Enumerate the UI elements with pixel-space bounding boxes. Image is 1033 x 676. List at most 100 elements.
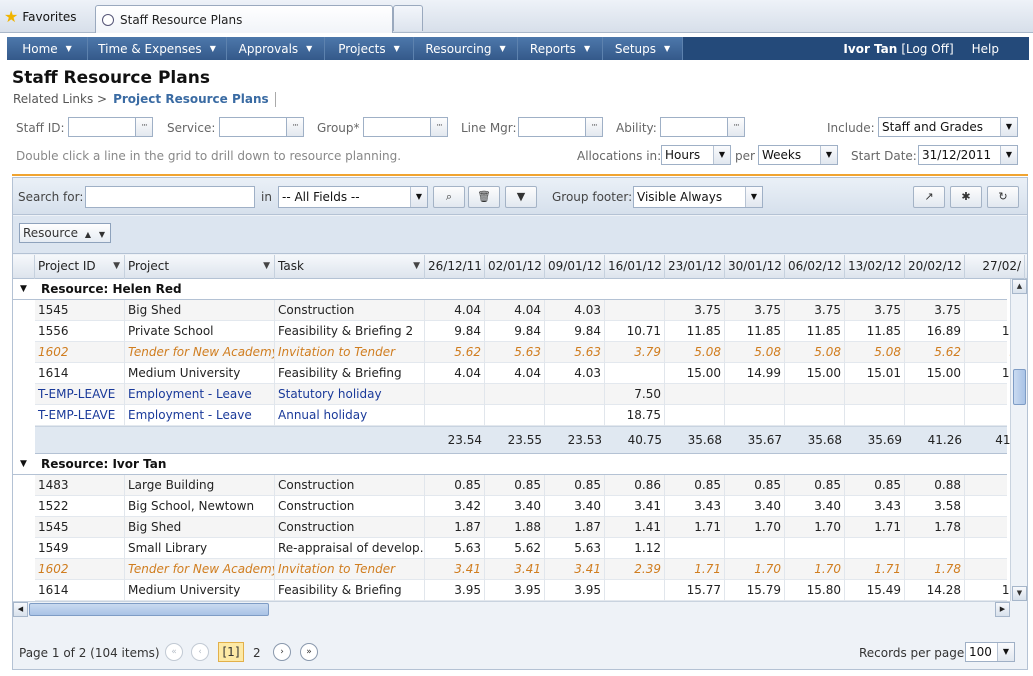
project-resource-plans-link[interactable]: Project Resource Plans (113, 92, 269, 107)
scroll-left-icon[interactable]: ◀ (13, 602, 28, 617)
horizontal-scroll-thumb[interactable] (29, 603, 269, 616)
help-link[interactable]: Help (972, 42, 999, 56)
prev-page-icon: ‹ (198, 647, 202, 657)
staff-id-input[interactable] (68, 117, 136, 137)
nav-time-expenses[interactable]: Time & Expenses ▼ (88, 37, 227, 60)
column-header[interactable]: 26/12/11 (425, 255, 485, 279)
include-select[interactable]: Staff and Grades ▼ (878, 117, 1018, 137)
filter-icon[interactable]: ▼ (263, 255, 270, 278)
first-page-button[interactable]: « (165, 643, 183, 661)
nav-approvals[interactable]: Approvals ▼ (227, 37, 325, 60)
column-header[interactable]: 20/02/12 (905, 255, 965, 279)
allocations-select[interactable]: Hours ▼ (661, 145, 731, 165)
browser-tab-active[interactable]: Staff Resource Plans (95, 5, 393, 33)
per-select[interactable]: Weeks ▼ (758, 145, 838, 165)
table-row[interactable]: 1614 Medium University Feasibility & Brief… (13, 580, 1025, 601)
scroll-down-icon[interactable]: ▼ (1012, 586, 1027, 601)
table-row[interactable]: 1549 Small Library Re-appraisal of develop… (13, 538, 1025, 559)
new-tab-button[interactable] (393, 5, 423, 31)
logoff-link[interactable]: [Log Off] (901, 42, 953, 56)
staff-id-lookup-button[interactable]: ··· (135, 117, 153, 137)
column-header[interactable]: 23/01/12 (665, 255, 725, 279)
column-header[interactable]: 16/01/12 (605, 255, 665, 279)
table-cell: 1.71 (665, 517, 725, 538)
group-header-row[interactable]: ▼ Resource: Ivor Tan (13, 454, 1007, 475)
column-header[interactable]: Task ▼ (275, 255, 425, 279)
table-row[interactable]: 1545 Big Shed Construction 4.04 4.04 4.03 3.75… (13, 300, 1025, 321)
table-row[interactable]: 1614 Medium University Feasibility & Brief… (13, 363, 1025, 384)
search-button[interactable]: ⌕ (433, 186, 465, 208)
table-row[interactable]: 1602 Tender for New Academy Invitation to … (13, 559, 1025, 580)
group-input[interactable] (363, 117, 431, 137)
table-row[interactable]: 1545 Big Shed Construction 1.87 1.88 1.87 1.41… (13, 517, 1025, 538)
last-page-button[interactable]: » (300, 643, 318, 661)
horizontal-scrollbar[interactable]: ◀ ▶ (13, 601, 1010, 617)
table-row[interactable]: 1483 Large Building Construction 0.85 0.85 0.… (13, 475, 1025, 496)
column-header[interactable]: 27/02/ (965, 255, 1025, 279)
favorites-button[interactable]: ★ Favorites (4, 7, 77, 27)
scroll-right-icon[interactable]: ▶ (995, 602, 1010, 617)
service-lookup-button[interactable]: ··· (286, 117, 304, 137)
table-row[interactable]: 1556 Private School Feasibility & Briefing… (13, 321, 1025, 342)
group-footer-select[interactable]: Visible Always ▼ (633, 186, 763, 208)
table-cell (785, 538, 845, 559)
page-2-link[interactable]: 2 (253, 646, 261, 660)
ability-lookup-button[interactable]: ··· (727, 117, 745, 137)
nav-projects[interactable]: Projects ▼ (325, 37, 414, 60)
nav-setups[interactable]: Setups ▼ (603, 37, 683, 60)
column-header[interactable]: 30/01/12 (725, 255, 785, 279)
nav-reports[interactable]: Reports ▼ (518, 37, 603, 60)
table-cell: 0.85 (545, 475, 605, 496)
settings-button[interactable]: ✱ (950, 186, 982, 208)
refresh-button[interactable]: ↻ (987, 186, 1019, 208)
start-date-picker[interactable]: 31/12/2011 ▼ (918, 145, 1018, 165)
nav-home[interactable]: Home ▼ (7, 37, 88, 60)
group-header-row[interactable]: ▼ Resource: Helen Red (13, 279, 1007, 300)
collapse-icon[interactable]: ▼ (20, 454, 27, 474)
table-cell: 1.12 (605, 538, 665, 559)
current-page[interactable]: [1] (218, 642, 244, 662)
table-row[interactable]: 1522 Big School, Newtown Construction 3.42 3… (13, 496, 1025, 517)
prev-page-button[interactable]: ‹ (191, 643, 209, 661)
group-lookup-button[interactable]: ··· (430, 117, 448, 137)
table-row[interactable]: T-EMP-LEAVE Employment - Leave Annual holi… (13, 405, 1025, 426)
filter-button[interactable]: ▼ (505, 186, 537, 208)
records-per-page-select[interactable]: 100 ▼ (965, 642, 1015, 662)
filter-icon[interactable]: ▼ (413, 255, 420, 278)
column-header[interactable]: 02/01/12 (485, 255, 545, 279)
nav-resourcing[interactable]: Resourcing ▼ (414, 37, 518, 60)
line-mgr-lookup-button[interactable]: ··· (585, 117, 603, 137)
column-header-label: 06/02/12 (788, 259, 842, 273)
allocations-label: Allocations in: (577, 149, 662, 163)
table-cell: 3.40 (785, 496, 845, 517)
search-input[interactable] (85, 186, 255, 208)
service-input[interactable] (219, 117, 287, 137)
line-mgr-input[interactable] (518, 117, 586, 137)
vertical-scrollbar[interactable]: ▲ ▼ (1010, 279, 1027, 601)
table-cell: 0.85 (665, 475, 725, 496)
column-header[interactable]: Project ▼ (125, 255, 275, 279)
group-chip-resource[interactable]: Resource ▲ ▼ (19, 223, 111, 243)
search-fields-select[interactable]: -- All Fields -- ▼ (278, 186, 428, 208)
table-cell: 4.04 (425, 363, 485, 384)
scroll-up-icon[interactable]: ▲ (1012, 279, 1027, 294)
ability-input[interactable] (660, 117, 728, 137)
table-cell: 11.85 (845, 321, 905, 342)
nav-time-expenses-label: Time & Expenses (98, 41, 202, 56)
filter-icon[interactable]: ▼ (113, 255, 120, 278)
clear-search-button[interactable]: 🗑 (468, 186, 500, 208)
column-header[interactable]: Project ID ▼ (35, 255, 125, 279)
export-button[interactable]: ↗ (913, 186, 945, 208)
column-header[interactable]: 06/02/12 (785, 255, 845, 279)
table-row[interactable]: T-EMP-LEAVE Employment - Leave Statutory h… (13, 384, 1025, 405)
line-mgr-label: Line Mgr: (461, 121, 517, 135)
next-page-button[interactable]: › (273, 643, 291, 661)
vertical-scroll-thumb[interactable] (1013, 369, 1026, 405)
table-row[interactable]: 1602 Tender for New Academy Invitation to … (13, 342, 1025, 363)
column-header[interactable]: 09/01/12 (545, 255, 605, 279)
collapse-icon[interactable]: ▼ (20, 279, 27, 299)
table-cell: 1.41 (605, 517, 665, 538)
browser-tab-title: Staff Resource Plans (120, 12, 243, 27)
records-per-page-label: Records per page: (859, 646, 969, 660)
column-header[interactable]: 13/02/12 (845, 255, 905, 279)
